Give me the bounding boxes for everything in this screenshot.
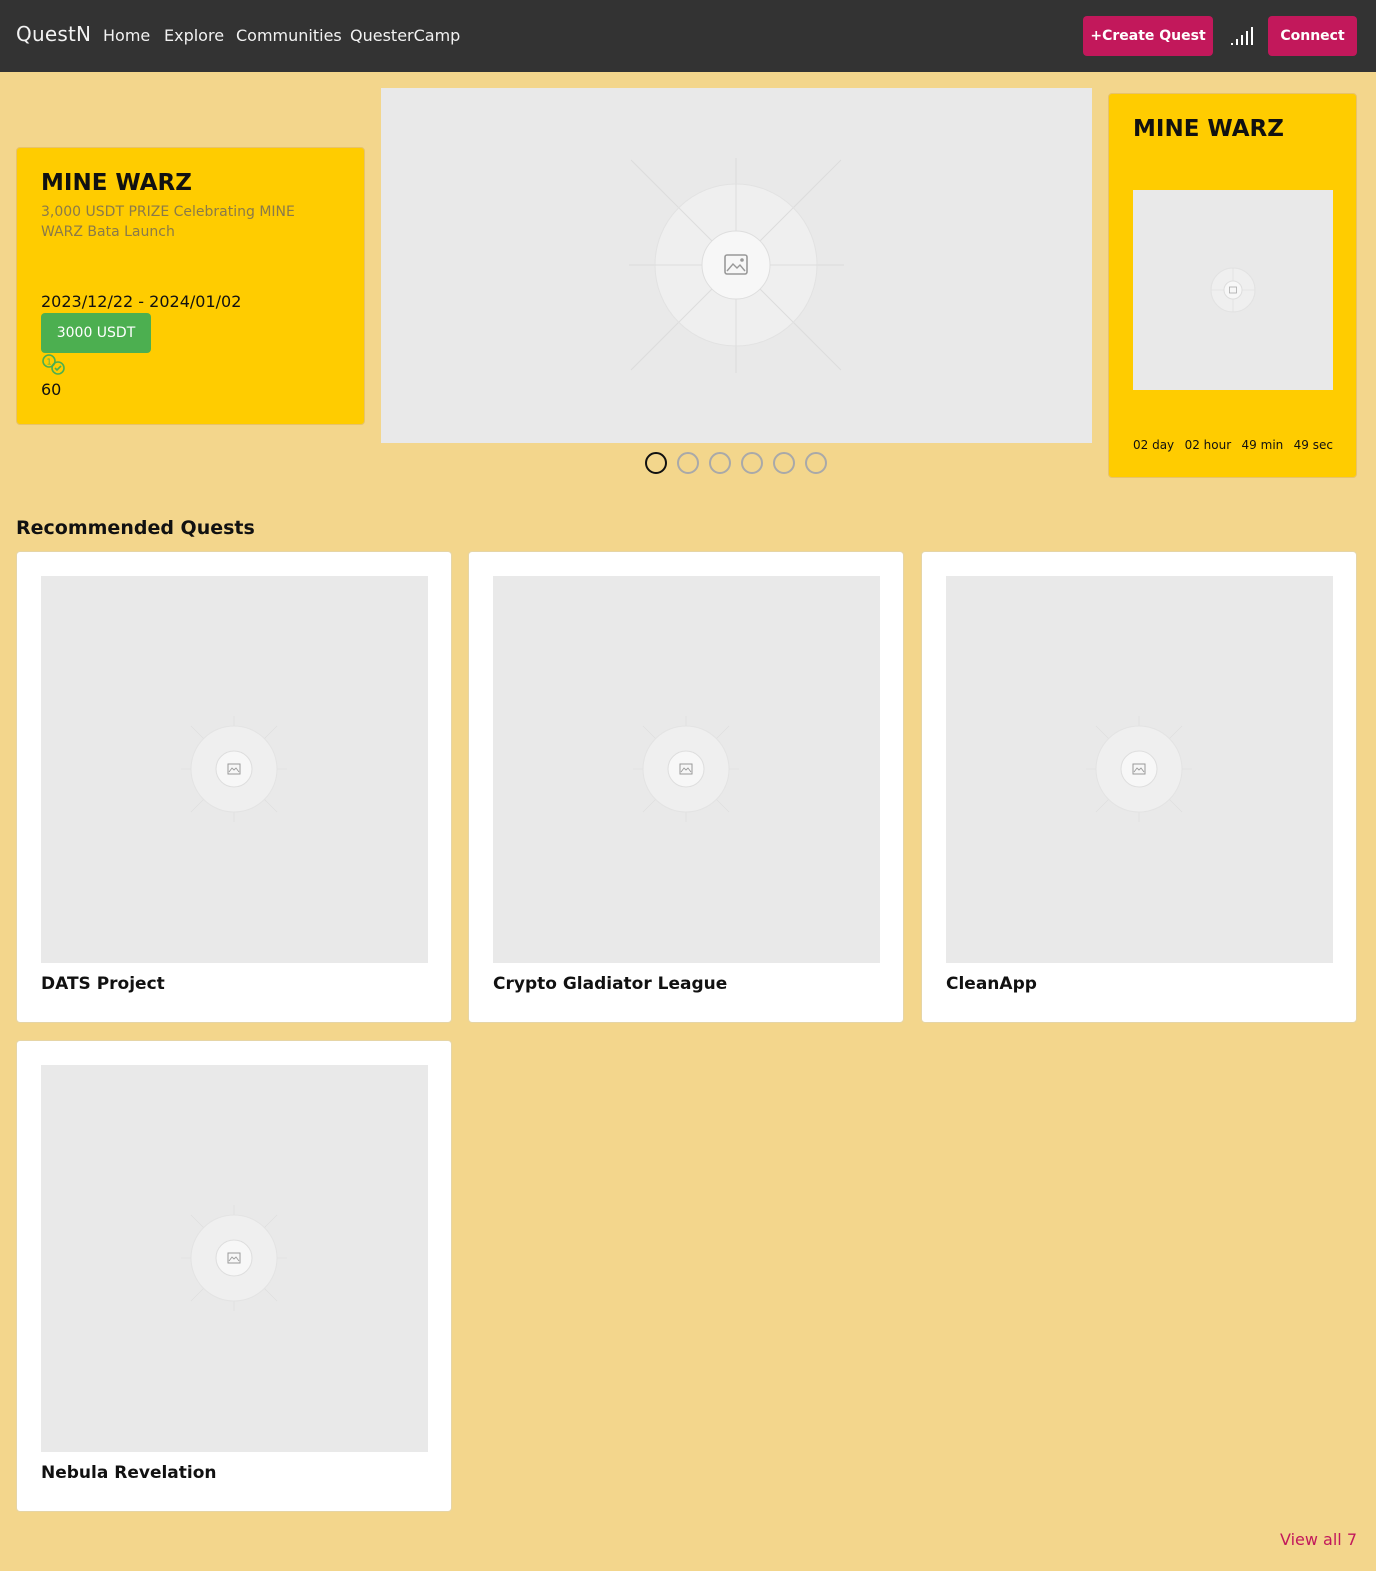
quest-card-title: CleanApp xyxy=(946,974,1037,994)
quest-card[interactable]: Crypto Gladiator League xyxy=(468,551,904,1023)
image-placeholder-icon xyxy=(181,1205,287,1311)
carousel-dot-4[interactable] xyxy=(741,452,763,474)
image-placeholder-icon xyxy=(1086,716,1192,822)
participant-count: 60 xyxy=(41,380,62,399)
carousel-dot-3[interactable] xyxy=(709,452,731,474)
nav-home[interactable]: Home xyxy=(103,26,150,45)
coins-icon: 1 xyxy=(42,354,65,375)
countdown-hours: 02 hour xyxy=(1184,438,1232,452)
quest-card-image xyxy=(41,576,428,963)
recommended-quests-heading: Recommended Quests xyxy=(16,517,255,539)
image-placeholder-icon xyxy=(633,716,739,822)
featured-quest-description: 3,000 USDT PRIZE Celebrating MINE WARZ B… xyxy=(41,204,295,240)
countdown-card-image xyxy=(1133,190,1333,390)
countdown-card-title: MINE WARZ xyxy=(1133,116,1284,142)
brand-logo[interactable]: QuestN xyxy=(16,22,91,46)
featured-quest-title: MINE WARZ xyxy=(41,170,192,196)
create-quest-button[interactable]: +Create Quest xyxy=(1083,16,1213,56)
quest-card[interactable]: CleanApp xyxy=(921,551,1357,1023)
countdown-minutes: 49 min xyxy=(1241,438,1284,452)
countdown-days: 02 day xyxy=(1133,438,1175,452)
featured-quest-dates: 2023/12/22 - 2024/01/02 xyxy=(41,292,242,311)
quest-card-image xyxy=(946,576,1333,963)
svg-text:1: 1 xyxy=(46,358,51,367)
quest-card-title: Nebula Revelation xyxy=(41,1463,217,1483)
countdown-timer: 02 day 02 hour 49 min 49 sec xyxy=(1133,438,1333,452)
carousel-dot-2[interactable] xyxy=(677,452,699,474)
quest-card-title: Crypto Gladiator League xyxy=(493,974,728,994)
carousel-dot-1[interactable] xyxy=(645,452,667,474)
hero-banner-image[interactable] xyxy=(381,88,1092,443)
reward-badge: 3000 USDT xyxy=(41,313,151,353)
top-navbar: QuestN Home Explore Communities QuesterC… xyxy=(0,0,1376,72)
carousel-dot-5[interactable] xyxy=(773,452,795,474)
image-placeholder-icon xyxy=(181,716,287,822)
signal-icon[interactable] xyxy=(1230,26,1254,46)
carousel-dot-6[interactable] xyxy=(805,452,827,474)
featured-quest-card[interactable]: MINE WARZ 3,000 USDT PRIZE Celebrating M… xyxy=(16,147,365,425)
connect-button[interactable]: Connect xyxy=(1268,16,1357,56)
nav-communities[interactable]: Communities xyxy=(236,26,342,45)
nav-questercamp[interactable]: QuesterCamp xyxy=(350,26,460,45)
quest-card[interactable]: Nebula Revelation xyxy=(16,1040,452,1512)
quest-card[interactable]: DATS Project xyxy=(16,551,452,1023)
quest-card-image xyxy=(493,576,880,963)
view-all-link[interactable]: View all 7 xyxy=(1280,1530,1357,1549)
countdown-card[interactable]: MINE WARZ 02 day 02 hour 49 min 49 sec xyxy=(1108,93,1357,478)
countdown-seconds: 49 sec xyxy=(1293,438,1333,452)
nav-explore[interactable]: Explore xyxy=(164,26,224,45)
image-placeholder-icon xyxy=(1210,267,1256,313)
quest-card-image xyxy=(41,1065,428,1452)
quest-card-title: DATS Project xyxy=(41,974,165,994)
image-placeholder-icon xyxy=(629,158,844,373)
